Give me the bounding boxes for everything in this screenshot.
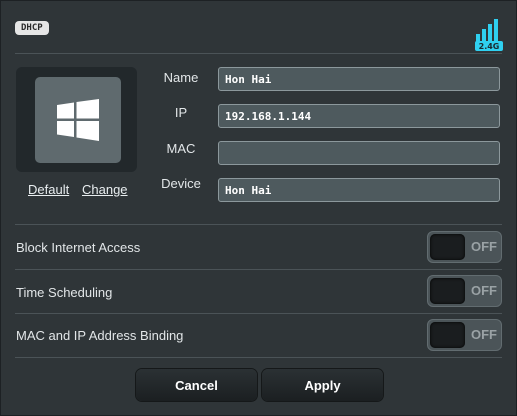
name-field[interactable] — [218, 67, 500, 91]
windows-logo-icon — [57, 99, 99, 141]
ip-field[interactable] — [218, 104, 500, 128]
mac-ip-binding-toggle[interactable]: OFF — [427, 319, 502, 351]
toggle-state: OFF — [471, 283, 497, 298]
divider — [15, 313, 502, 314]
change-icon-link[interactable]: Change — [82, 182, 128, 197]
toggle-state: OFF — [471, 327, 497, 342]
device-avatar[interactable] — [35, 77, 121, 163]
default-icon-link[interactable]: Default — [28, 182, 69, 197]
block-internet-label: Block Internet Access — [16, 240, 141, 255]
block-internet-toggle[interactable]: OFF — [427, 231, 502, 263]
band-label: 2.4G — [479, 42, 500, 51]
cancel-button[interactable]: Cancel — [136, 369, 257, 401]
divider — [15, 357, 502, 358]
apply-button[interactable]: Apply — [262, 369, 383, 401]
divider — [15, 269, 502, 270]
divider — [15, 53, 502, 54]
name-label: Name — [163, 70, 199, 85]
device-label: Device — [161, 176, 201, 191]
divider — [15, 224, 502, 225]
toggle-knob — [430, 322, 465, 348]
time-scheduling-toggle[interactable]: OFF — [427, 275, 502, 307]
wifi-signal-icon: 2.4G — [475, 19, 503, 51]
device-icon-frame — [16, 67, 137, 172]
connection-type-badge: DHCP — [15, 21, 49, 35]
toggle-knob — [430, 234, 465, 260]
ip-label: IP — [174, 105, 188, 120]
mac-label: MAC — [166, 141, 196, 156]
mac-ip-binding-label: MAC and IP Address Binding — [16, 328, 184, 343]
mac-field[interactable] — [218, 141, 500, 165]
device-field[interactable] — [218, 178, 500, 202]
time-scheduling-label: Time Scheduling — [16, 285, 113, 300]
toggle-knob — [430, 278, 465, 304]
client-settings-panel: DHCP 2.4G Default Change Name IP MAC Dev… — [0, 0, 517, 416]
toggle-state: OFF — [471, 239, 497, 254]
